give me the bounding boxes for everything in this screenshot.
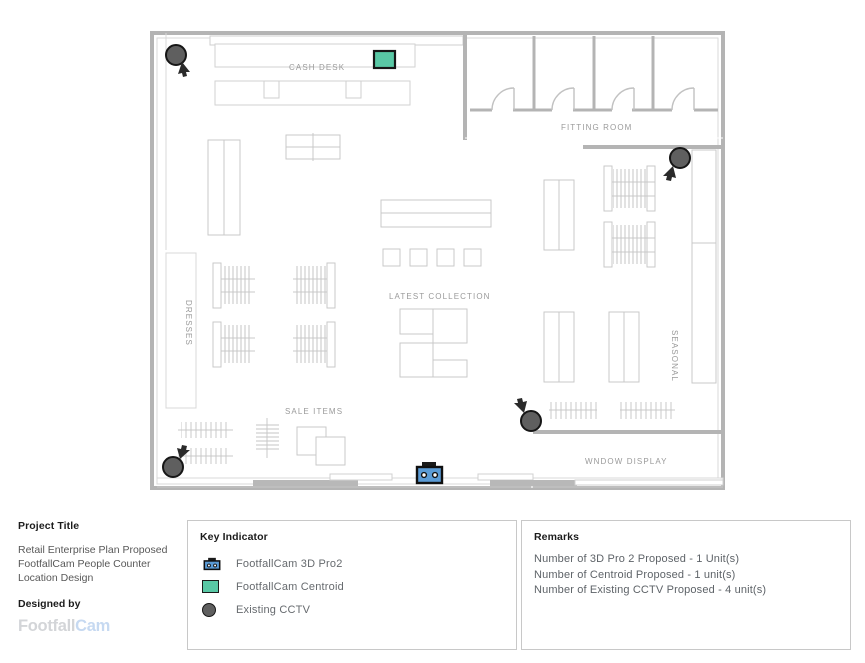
- key-row-existing-cctv: Existing CCTV: [200, 598, 504, 621]
- project-title-panel: Project Title Retail Enterprise Plan Pro…: [18, 520, 178, 650]
- sale-items-zone: SALE ITEMS: [178, 407, 346, 466]
- display-cube: [382, 248, 401, 267]
- floor-plan-drawing: CASH DESK FITTING ROOM DRESSES LATEST CO…: [150, 31, 725, 490]
- cctv-direction-arrow: [663, 166, 676, 181]
- logo-text-cam: Cam: [75, 617, 111, 635]
- floor-plan-canvas: CASH DESK FITTING ROOM DRESSES LATEST CO…: [0, 0, 865, 505]
- display-table: [315, 436, 346, 466]
- key-label-centroid: FootfallCam Centroid: [236, 580, 344, 593]
- key-indicator-heading: Key Indicator: [200, 531, 268, 543]
- remark-line-3d-pro2: Number of 3D Pro 2 Proposed - 1 Unit(s): [534, 553, 740, 565]
- staggered-table-cluster: [399, 308, 468, 378]
- project-description: Retail Enterprise Plan Proposed Footfall…: [18, 544, 168, 584]
- footfallcam-centroid-device[interactable]: [372, 49, 397, 70]
- zone-label-dresses: DRESSES: [184, 300, 193, 346]
- zone-label-cash-desk: CASH DESK: [289, 63, 345, 72]
- logo-text-footfall: Footfall: [18, 617, 76, 635]
- remarks-heading: Remarks: [534, 531, 580, 543]
- designed-by-heading: Designed by: [18, 598, 81, 610]
- cctv-camera-1[interactable]: [165, 44, 190, 77]
- zone-label-sale-items: SALE ITEMS: [285, 407, 343, 416]
- key-label-existing-cctv: Existing CCTV: [236, 603, 311, 616]
- garment-rail-group-left: [212, 262, 336, 368]
- cash-desk-zone: CASH DESK: [209, 35, 464, 106]
- latest-collection-zone: LATEST COLLECTION: [380, 199, 492, 378]
- seasonal-zone: SEASONAL: [543, 149, 717, 419]
- till-module: [263, 80, 280, 99]
- cash-desk-lower-counter: [214, 80, 411, 106]
- display-cube: [436, 248, 455, 267]
- zone-label-fitting-room: FITTING ROOM: [561, 123, 632, 132]
- remarks-panel: Remarks Number of 3D Pro 2 Proposed - 1 …: [521, 520, 851, 650]
- key-indicator-panel: Key Indicator FootfallCam 3D Pro2 Footfa…: [187, 520, 517, 650]
- key-label-3d-pro2: FootfallCam 3D Pro2: [236, 557, 343, 570]
- till-module: [345, 80, 362, 99]
- cctv-camera-2[interactable]: [663, 147, 691, 181]
- display-cube: [463, 248, 482, 267]
- footfallcam-centroid-icon: [200, 580, 236, 593]
- fitting-room-zone: FITTING ROOM: [463, 33, 723, 149]
- footfallcam-3d-pro2-icon: [200, 557, 236, 571]
- cctv-camera-3[interactable]: [514, 398, 542, 432]
- existing-cctv-icon: [200, 602, 236, 617]
- wall-display-unit: [691, 149, 717, 244]
- remark-line-existing-cctv: Number of Existing CCTV Proposed - 4 uni…: [534, 584, 767, 596]
- info-panels-row: Project Title Retail Enterprise Plan Pro…: [0, 508, 865, 663]
- wall-display-unit: [691, 242, 717, 384]
- key-row-3d-pro2: FootfallCam 3D Pro2: [200, 552, 504, 575]
- cctv-direction-arrow: [514, 398, 527, 413]
- garment-rail-group-right: [603, 165, 656, 268]
- zone-label-window-display: WNDOW DISPLAY: [585, 457, 668, 466]
- remark-line-centroid: Number of Centroid Proposed - 1 unit(s): [534, 568, 736, 581]
- zone-label-seasonal: SEASONAL: [670, 330, 679, 382]
- display-cube: [409, 248, 428, 267]
- mid-display-tables: [285, 133, 341, 161]
- footfallcam-3d-pro2-device[interactable]: [415, 462, 444, 485]
- project-title-heading: Project Title: [18, 520, 80, 532]
- zone-label-latest-collection: LATEST COLLECTION: [389, 292, 491, 301]
- footfallcam-logo: FootfallCam: [18, 617, 178, 635]
- key-row-centroid: FootfallCam Centroid: [200, 575, 504, 598]
